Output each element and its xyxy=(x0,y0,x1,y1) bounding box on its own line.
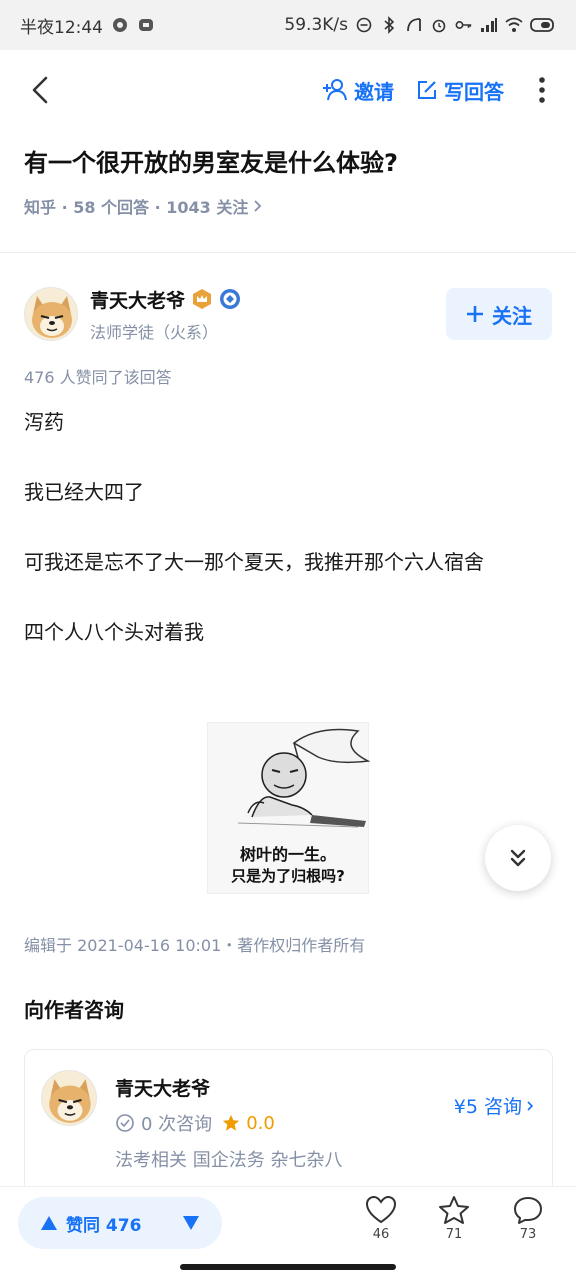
edit-icon xyxy=(418,81,436,99)
nfc-icon xyxy=(405,16,423,34)
author-tagline: 法师学徒（火系） xyxy=(90,322,219,342)
consult-rating: 0.0 xyxy=(246,1112,275,1134)
comment-button[interactable]: 73 xyxy=(503,1195,553,1242)
app-notify-icon xyxy=(137,16,155,34)
battery-icon xyxy=(530,16,556,34)
chevron-right-icon xyxy=(254,200,262,212)
invite-button[interactable]: 邀请 xyxy=(322,76,394,105)
status-time: 半夜12:44 xyxy=(20,17,103,38)
back-button[interactable] xyxy=(22,70,58,110)
answer-meme-image[interactable]: 树叶的一生。 只是为了归根吗? xyxy=(207,722,371,894)
comment-count: 73 xyxy=(519,1227,537,1242)
meme-drawing xyxy=(237,728,371,828)
triangle-down-icon xyxy=(183,1216,199,1230)
triangle-up-icon xyxy=(41,1216,57,1230)
crown-badge-icon xyxy=(193,289,212,309)
favorite-button[interactable]: 71 xyxy=(429,1195,479,1242)
settings-notify-icon xyxy=(111,16,129,34)
consult-section-title: 向作者咨询 xyxy=(24,998,124,1022)
home-indicator[interactable] xyxy=(180,1264,396,1270)
alarm-icon xyxy=(430,16,448,34)
heart-icon xyxy=(365,1195,397,1224)
consult-avatar xyxy=(41,1070,97,1126)
star-filled-icon xyxy=(223,1114,240,1131)
favorite-count: 71 xyxy=(445,1227,463,1242)
write-answer-button[interactable]: 写回答 xyxy=(416,76,504,105)
scroll-down-button[interactable] xyxy=(485,825,551,891)
upvote-label: 赞同 476 xyxy=(66,1215,142,1236)
check-circle-icon xyxy=(116,1114,134,1132)
bluetooth-icon xyxy=(380,16,398,34)
back-arrow-icon xyxy=(32,76,48,104)
meme-caption-line1: 树叶的一生。 xyxy=(239,845,336,864)
consult-price-label: ¥5 咨询 xyxy=(453,1096,522,1118)
doge-avatar-icon xyxy=(25,288,77,340)
answer-content: 泻药 我已经大四了 可我还是忘不了大一那个夏天，我推开那个六人宿舍 四个人八个头… xyxy=(24,402,552,682)
answer-paragraph: 我已经大四了 xyxy=(24,480,144,504)
answer-paragraph: 四个人八个头对着我 xyxy=(24,620,204,644)
question-meta[interactable]: 知乎 · 58 个回答 · 1043 关注 xyxy=(24,194,552,218)
more-vertical-icon xyxy=(539,77,545,103)
question-meta-text: 知乎 · 58 个回答 · 1043 关注 xyxy=(24,198,249,217)
like-count: 46 xyxy=(372,1227,390,1242)
like-button[interactable]: 46 xyxy=(356,1195,406,1242)
answer-paragraph: 泻药 xyxy=(24,410,64,434)
answer-paragraph: 可我还是忘不了大一那个夏天，我推开那个六人宿舍 xyxy=(24,550,484,574)
consult-name: 青天大老爷 xyxy=(115,1078,211,1100)
meme-caption-line2: 只是为了归根吗? xyxy=(231,867,345,885)
header-divider xyxy=(0,252,576,253)
dnd-icon xyxy=(355,16,373,34)
consult-card[interactable]: 青天大老爷 0 次咨询 0.0 法考相关 国企法务 杂七杂八 ¥5 咨询 xyxy=(24,1049,553,1199)
author-name[interactable]: 青天大老爷 xyxy=(90,286,185,313)
add-user-icon xyxy=(323,79,347,101)
consult-count: 0 次咨询 xyxy=(141,1114,213,1135)
network-speed: 59.3K/s xyxy=(284,15,348,35)
key-icon xyxy=(455,16,473,34)
follow-label: 关注 xyxy=(492,303,532,328)
upvote-button[interactable]: 赞同 476 xyxy=(18,1197,160,1249)
downvote-button[interactable] xyxy=(160,1197,222,1249)
write-answer-label: 写回答 xyxy=(444,79,504,104)
top-nav: 邀请 写回答 xyxy=(0,50,576,130)
question-title[interactable]: 有一个很开放的男室友是什么体验? xyxy=(24,146,552,180)
comment-icon xyxy=(514,1197,542,1224)
wifi-icon xyxy=(505,16,523,34)
doge-avatar-icon xyxy=(42,1071,96,1125)
follow-button[interactable]: 关注 xyxy=(446,288,552,340)
signal-icon xyxy=(480,16,498,34)
more-button[interactable] xyxy=(530,70,554,110)
plus-icon xyxy=(467,306,483,322)
author-row: 青天大老爷 法师学徒（火系） 关注 xyxy=(24,282,552,346)
chevron-right-icon xyxy=(527,1100,534,1111)
consult-stats: 0 次咨询 0.0 xyxy=(115,1110,275,1136)
answer-likes-text: 476 人赞同了该回答 xyxy=(24,368,172,387)
invite-label: 邀请 xyxy=(354,79,394,104)
vote-group: 赞同 476 xyxy=(18,1197,222,1249)
question-header: 有一个很开放的男室友是什么体验? 知乎 · 58 个回答 · 1043 关注 xyxy=(24,146,552,218)
author-avatar[interactable] xyxy=(24,287,78,341)
double-chevron-down-icon xyxy=(510,849,526,867)
edit-info: 编辑于 2021-04-16 10:01・著作权归作者所有 xyxy=(24,936,366,955)
consult-tags: 法考相关 国企法务 杂七杂八 xyxy=(115,1150,343,1171)
star-icon xyxy=(439,1196,469,1224)
status-bar: 半夜12:44 59.3K/s xyxy=(0,0,576,50)
consult-price-button[interactable]: ¥5 咨询 xyxy=(454,1092,534,1119)
verified-badge-icon xyxy=(220,289,241,309)
